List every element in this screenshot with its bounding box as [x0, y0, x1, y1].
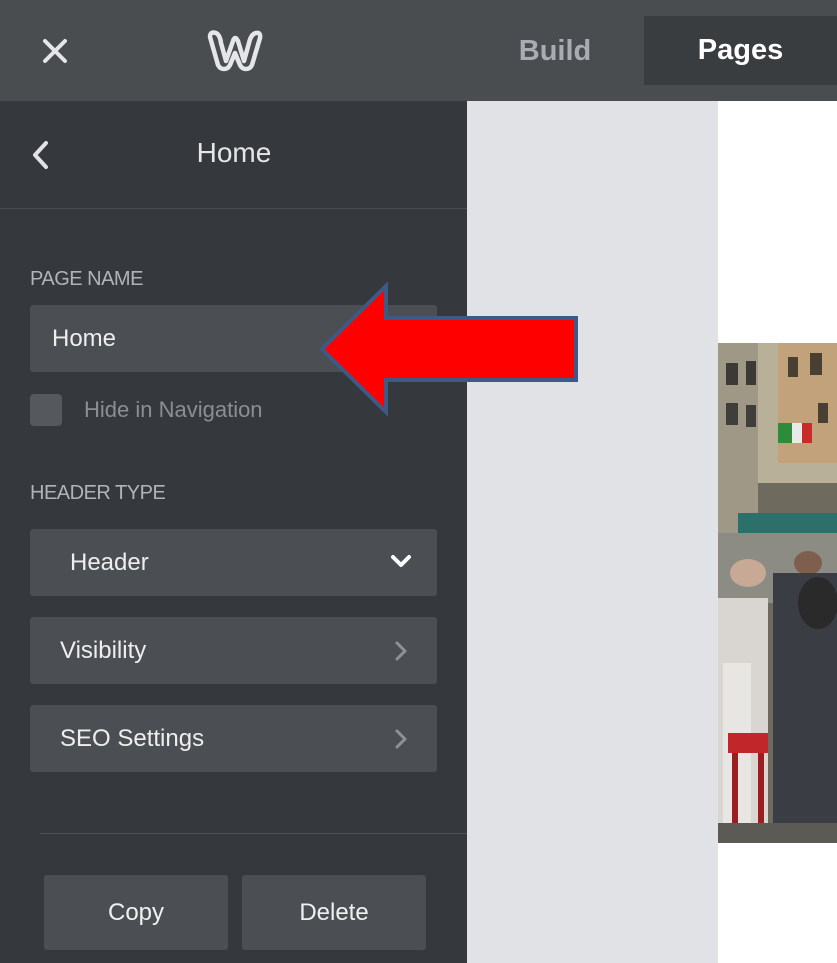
weebly-w-logo-icon[interactable]	[205, 27, 265, 73]
divider	[0, 208, 467, 209]
visibility-row[interactable]: Visibility	[30, 617, 437, 684]
delete-page-button[interactable]: Delete	[242, 875, 426, 950]
page-settings-sidebar: Home PAGE NAME Home Hide in Navigation H…	[0, 101, 467, 963]
chevron-right-icon	[395, 729, 407, 749]
chevron-left-icon[interactable]	[26, 137, 56, 173]
tab-build[interactable]: Build	[490, 18, 620, 84]
page-name-label: PAGE NAME	[30, 268, 143, 290]
editor-canvas-margin	[467, 101, 718, 963]
red-arrow-left-icon	[319, 282, 578, 416]
close-icon[interactable]	[38, 34, 72, 68]
seo-settings-row[interactable]: SEO Settings	[30, 705, 437, 772]
copy-page-button[interactable]: Copy	[44, 875, 228, 950]
seo-settings-label: SEO Settings	[60, 725, 205, 752]
header-type-value: Header	[70, 549, 149, 576]
tab-pages[interactable]: Pages	[644, 16, 837, 85]
hide-in-navigation-label[interactable]: Hide in Navigation	[84, 397, 263, 423]
top-bar: Build Pages	[0, 0, 837, 101]
sidebar-title: Home	[196, 137, 272, 168]
header-type-label: HEADER TYPE	[30, 482, 166, 504]
chevron-right-icon	[395, 641, 407, 661]
visibility-label: Visibility	[60, 637, 147, 664]
chevron-down-icon	[391, 555, 411, 567]
street-cafe-photo[interactable]	[718, 343, 837, 843]
hide-in-navigation-checkbox[interactable]	[30, 394, 62, 426]
header-type-select[interactable]: Header	[30, 529, 437, 596]
divider	[40, 833, 467, 834]
